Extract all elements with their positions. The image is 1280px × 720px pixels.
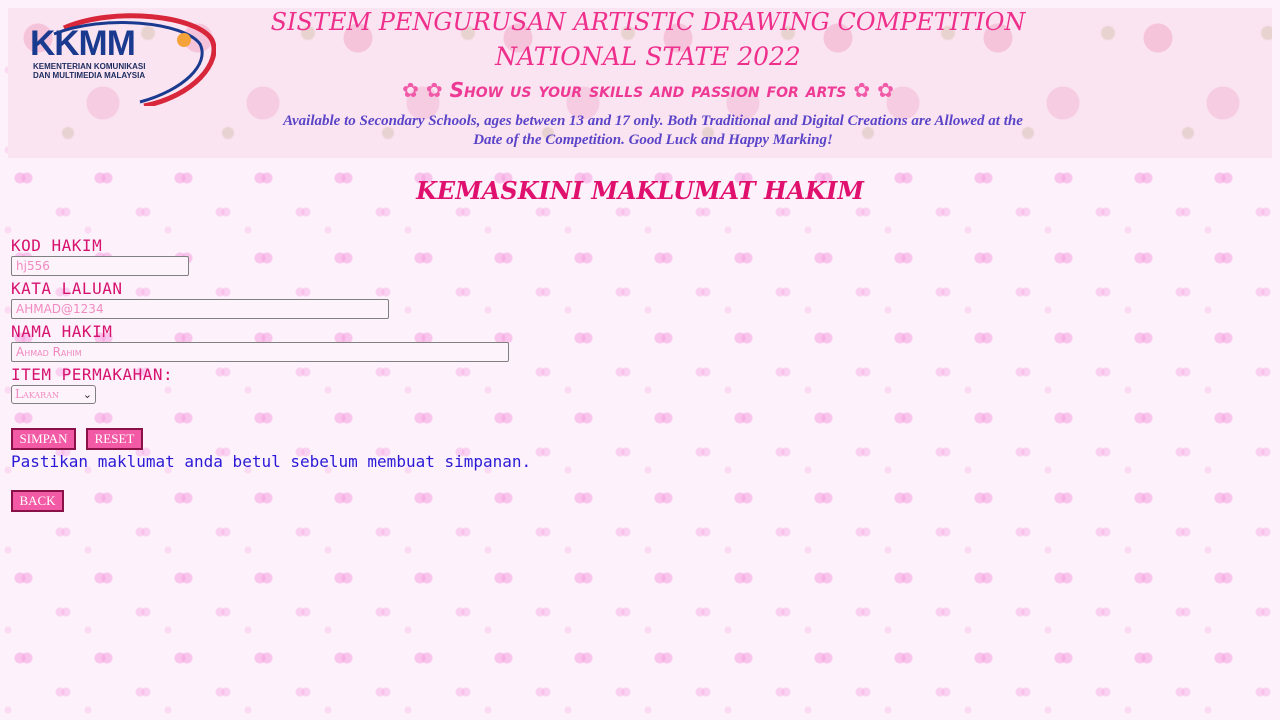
availability-line2: Date of the Competition. Good Luck and H… (473, 132, 833, 148)
availability-line1: Available to Secondary Schools, ages bet… (283, 113, 1023, 129)
kod-hakim-label: KOD HAKIM (11, 236, 103, 255)
system-title: SISTEM PENGURUSAN ARTISTIC DRAWING COMPE… (270, 8, 1026, 36)
logo-subtitle-line1: KEMENTERIAN KOMUNIKASI (33, 62, 146, 71)
logo-subtitle-line2: DAN MULTIMEDIA MALAYSIA (33, 71, 146, 80)
tagline: ✿ ✿ Show us your skills and passion for … (248, 78, 1048, 102)
flower-icon: ✿ (402, 78, 419, 102)
item-permakahan-select[interactable]: Lakaran ⌄ (11, 385, 96, 404)
back-button[interactable]: BACK (11, 490, 64, 512)
page-title: KEMASKINI MAKLUMAT HAKIM (416, 176, 864, 205)
nama-hakim-label: NAMA HAKIM (11, 322, 113, 341)
reset-button[interactable]: RESET (86, 428, 143, 450)
kata-laluan-input[interactable]: AHMAD@1234 (11, 299, 389, 319)
simpan-button[interactable]: SIMPAN (11, 428, 76, 450)
nama-hakim-input[interactable]: Ahmad Rahim (11, 342, 509, 362)
kod-hakim-input[interactable]: hj556 (11, 256, 189, 276)
system-subtitle: NATIONAL STATE 2022 (495, 42, 801, 71)
flower-icon: ✿ (853, 78, 871, 102)
item-permakahan-label: ITEM PERMAKAHAN: (11, 365, 174, 384)
header-banner: KKMM KEMENTERIAN KOMUNIKASI DAN MULTIMED… (8, 8, 1272, 158)
kkmm-logo: KKMM KEMENTERIAN KOMUNIKASI DAN MULTIMED… (24, 10, 216, 106)
chevron-down-icon: ⌄ (82, 388, 92, 401)
item-permakahan-value: Lakaran (15, 387, 59, 401)
confirmation-note: Pastikan maklumat anda betul sebelum mem… (11, 452, 532, 471)
tagline-text: Show us your skills and passion for arts (449, 78, 847, 102)
flower-icon: ✿ (425, 78, 443, 102)
kata-laluan-label: KATA LALUAN (11, 279, 123, 298)
flower-icon: ✿ (877, 78, 894, 102)
availability-notice: Available to Secondary Schools, ages bet… (238, 112, 1068, 150)
logo-text: KKMM (30, 24, 136, 63)
